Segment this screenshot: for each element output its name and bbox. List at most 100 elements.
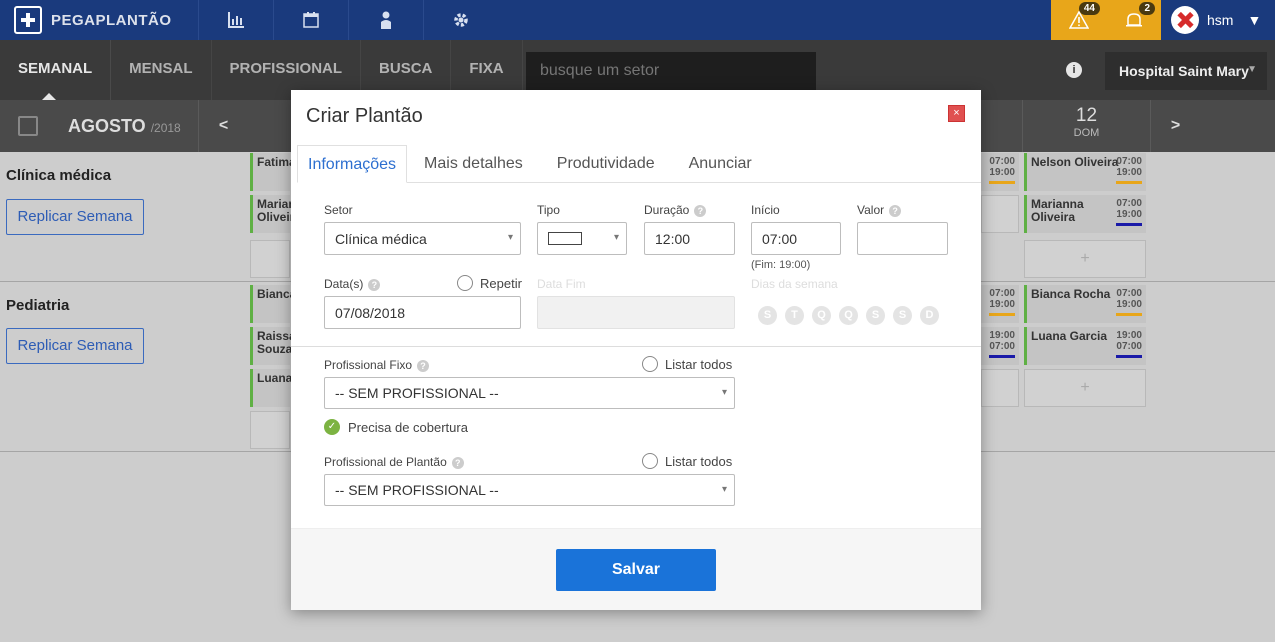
fim-text: (Fim: 19:00)	[751, 259, 811, 271]
warning-alert[interactable]: 44	[1051, 0, 1106, 40]
chevron-down-icon: ▼	[1247, 12, 1262, 28]
weekday-toggle[interactable]: S	[866, 306, 885, 325]
tab-informacoes[interactable]: Informações	[297, 145, 408, 183]
shift-card[interactable]: Raissa Souza	[250, 327, 296, 365]
data-fim-label: Data Fim	[537, 277, 586, 291]
notification-count-badge: 2	[1139, 2, 1155, 15]
tab-produtividade[interactable]: Produtividade	[540, 145, 672, 183]
chart-icon[interactable]	[198, 0, 273, 40]
cobertura-checkbox[interactable]: ✓ Precisa de cobertura	[324, 419, 468, 435]
user-menu[interactable]: hsm ▼	[1161, 0, 1275, 40]
weekday-toggle[interactable]: D	[920, 306, 939, 325]
valor-label: Valor?	[857, 203, 902, 217]
next-week-button[interactable]: >	[1150, 100, 1200, 152]
modal-title: Criar Plantão	[306, 105, 423, 127]
listar-todos-radio[interactable]: Listar todos	[642, 453, 732, 469]
shift-card[interactable]: Luana	[250, 369, 292, 407]
add-shift-slot[interactable]: +	[1024, 240, 1146, 278]
sector-name: Clínica médica	[6, 167, 112, 184]
tipo-select[interactable]	[537, 222, 627, 255]
day-column-header: 12 DOM	[1022, 100, 1150, 152]
data-fim-input	[537, 296, 735, 329]
weekday-toggle[interactable]: S	[893, 306, 912, 325]
month-label: AGOSTO /2018	[68, 116, 181, 136]
prof-plantao-select[interactable]: -- SEM PROFISSIONAL --	[324, 474, 735, 506]
dias-semana-label: Dias da semana	[751, 277, 838, 291]
calendar-icon[interactable]	[18, 116, 38, 136]
user-name: hsm	[1207, 12, 1234, 28]
add-shift-slot[interactable]: +	[1024, 369, 1146, 407]
modal-footer: Salvar	[291, 528, 981, 610]
hospital-select[interactable]: Hospital Saint Mary ▼	[1105, 52, 1267, 90]
info-icon[interactable]: i	[1066, 62, 1082, 78]
weekday-toggle[interactable]: T	[785, 306, 804, 325]
repetir-radio[interactable]: Repetir	[457, 275, 522, 291]
shift-card[interactable]: Fatima	[250, 153, 296, 191]
help-icon[interactable]: ?	[889, 204, 902, 217]
help-icon[interactable]: ?	[451, 456, 464, 469]
shift-card[interactable]: Marianna Oliveira 07:00 19:00	[1024, 195, 1146, 233]
hospital-avatar	[1171, 6, 1199, 34]
help-icon[interactable]: ?	[368, 278, 381, 291]
bell-icon	[1125, 13, 1142, 27]
gear-icon[interactable]	[423, 0, 498, 40]
shift-time: 07:00 19:00	[981, 285, 1019, 323]
listar-todos-radio[interactable]: Listar todos	[642, 356, 732, 372]
main-nav	[198, 0, 498, 40]
plus-logo-icon	[14, 6, 42, 34]
color-swatch	[548, 232, 582, 245]
tab-mensal[interactable]: MENSAL	[111, 40, 212, 100]
valor-input[interactable]	[857, 222, 948, 255]
add-shift-slot[interactable]	[250, 240, 290, 278]
shift-slot[interactable]	[981, 195, 1019, 233]
replicate-week-button[interactable]: Replicar Semana	[6, 199, 144, 235]
notification-alert[interactable]: 2	[1106, 0, 1161, 40]
help-icon[interactable]: ?	[694, 204, 707, 217]
tab-anunciar[interactable]: Anunciar	[672, 145, 769, 183]
inicio-label: Início	[751, 203, 780, 217]
setor-select[interactable]: Clínica médica	[324, 222, 521, 255]
logo-text: PEGAPLANTÃO	[51, 11, 172, 29]
weekday-picker: S T Q Q S S D	[758, 306, 939, 325]
tab-mais-detalhes[interactable]: Mais detalhes	[407, 145, 540, 183]
day-number: 12	[1075, 105, 1098, 126]
datas-input[interactable]: 07/08/2018	[324, 296, 521, 329]
sector-search-input[interactable]	[526, 52, 816, 90]
inicio-input[interactable]: 07:00	[751, 222, 841, 255]
app-logo[interactable]: PEGAPLANTÃO	[14, 6, 172, 34]
tipo-label: Tipo	[537, 203, 560, 217]
replicate-week-button[interactable]: Replicar Semana	[6, 328, 144, 364]
duracao-input[interactable]: 12:00	[644, 222, 735, 255]
help-icon[interactable]: ?	[417, 359, 430, 372]
shift-time: 07:00 19:00	[981, 153, 1019, 191]
tab-semanal[interactable]: SEMANAL	[0, 40, 112, 100]
weekday-toggle[interactable]: S	[758, 306, 777, 325]
save-button[interactable]: Salvar	[556, 549, 716, 591]
prof-fixo-label: Profissional Fixo?	[324, 358, 430, 372]
top-navbar: PEGAPLANTÃO 44 2 hsm ▼	[0, 0, 1275, 40]
weekday-toggle[interactable]: Q	[839, 306, 858, 325]
add-shift-slot[interactable]	[250, 411, 290, 449]
prof-fixo-select[interactable]: -- SEM PROFISSIONAL --	[324, 377, 735, 409]
modal-tabs: Informações Mais detalhes Produtividade …	[297, 145, 981, 183]
calendar-icon[interactable]	[273, 0, 348, 40]
weekday-toggle[interactable]: Q	[812, 306, 831, 325]
create-shift-modal: Criar Plantão × Informações Mais detalhe…	[291, 90, 981, 610]
section-divider	[291, 346, 981, 347]
shift-slot[interactable]	[981, 369, 1019, 407]
shift-card[interactable]: Mariana Oliveira	[250, 195, 302, 233]
alerts-area: 44 2	[1051, 0, 1161, 40]
shift-card[interactable]: Bianca Rocha 07:00 19:00	[1024, 285, 1146, 323]
user-icon[interactable]	[348, 0, 423, 40]
warning-count-badge: 44	[1078, 2, 1100, 15]
close-icon[interactable]: ×	[948, 105, 965, 122]
chevron-down-icon: ▼	[1247, 64, 1257, 75]
prof-plantao-label: Profissional de Plantão?	[324, 455, 464, 469]
shift-card[interactable]: Luana Garcia 19:00 07:00	[1024, 327, 1146, 365]
shift-card[interactable]: Bianca	[250, 285, 296, 323]
prev-week-button[interactable]: <	[198, 100, 248, 152]
day-name: DOM	[1073, 127, 1100, 139]
setor-label: Setor	[324, 203, 353, 217]
shift-card[interactable]: Nelson Oliveira 07:00 19:00	[1024, 153, 1146, 191]
hospital-name: Hospital Saint Mary	[1119, 63, 1249, 79]
